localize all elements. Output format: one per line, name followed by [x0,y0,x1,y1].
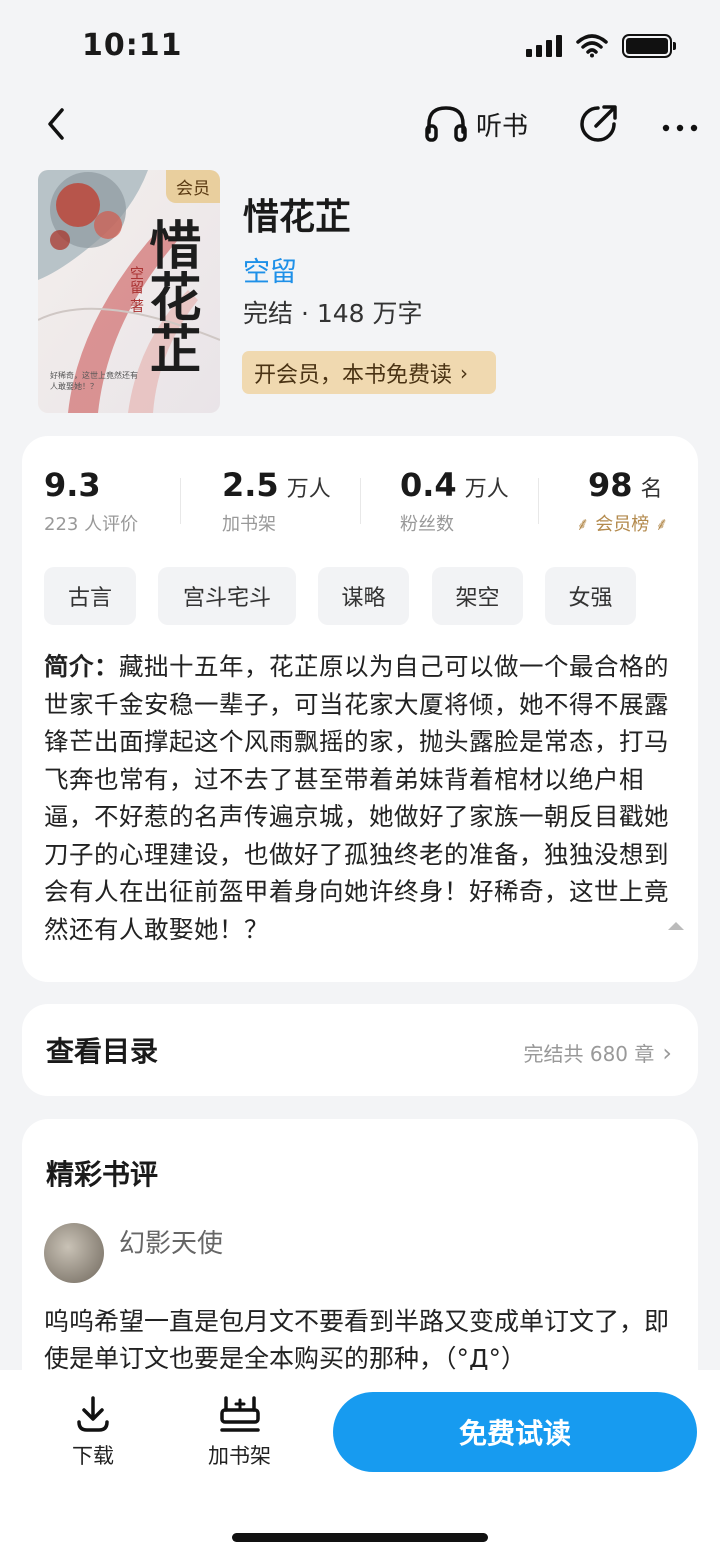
intro-label: 简介： [44,652,119,681]
battery-icon [622,34,676,58]
tag-item[interactable]: 古言 [44,567,136,625]
stat-divider [180,478,181,524]
book-author-link[interactable]: 空留 [243,250,297,289]
stat-vip-rank[interactable]: 98 名 ⸙ 会员榜 ⸙ [576,466,668,536]
download-button[interactable]: 下载 [72,1394,114,1470]
vip-button-label: 开会员，本书免费读 [254,362,453,388]
free-trial-read-button[interactable]: 免费试读 [333,1392,697,1472]
chevron-right-icon: › [460,360,469,385]
catalog-card[interactable]: 查看目录 完结共 680 章 › [22,1004,698,1096]
catalog-label: 查看目录 [46,1035,159,1068]
back-icon [48,108,64,140]
add-shelf-icon [219,1396,260,1432]
stats-row: 9.3 223 人评价 2.5 万人 加书架 0.4 万人 粉丝数 98 名 ⸙ 会员… [22,466,698,546]
cover-author: 空留 著 [128,266,144,313]
tag-item[interactable]: 谋略 [318,567,409,625]
book-info-card: 9.3 223 人评价 2.5 万人 加书架 0.4 万人 粉丝数 98 名 ⸙ 会员… [22,436,698,982]
stat-shelf-unit: 万人 [286,477,331,502]
book-intro[interactable]: 简介：藏拙十五年，花芷原以为自己可以做一个最合格的世家千金安稳一辈子，可当花家大… [44,648,684,948]
add-shelf-button[interactable]: 加书架 [208,1394,271,1470]
catalog-info: 完结共 680 章 › [524,1038,673,1067]
more-button[interactable] [658,102,702,146]
tag-item[interactable]: 架空 [432,567,523,625]
tag-item[interactable]: 宫斗宅斗 [158,567,296,625]
home-indicator [232,1533,488,1542]
stat-fans-label: 粉丝数 [400,514,454,535]
review-username[interactable]: 幻影天使 [119,1223,223,1260]
wifi-icon [576,34,608,58]
nav-bar: 听书 [0,96,720,152]
stat-fans-value: 0.4 [400,466,457,504]
laurel-right-icon: ⸙ [654,514,669,535]
cover-vip-badge: 会员 [166,170,220,203]
tag-item[interactable]: 女强 [545,567,636,625]
review-text[interactable]: 呜呜希望一直是包月文不要看到半路又变成单订文了，即使是单订文也要是全本购买的那种… [44,1303,684,1377]
intro-text: 藏拙十五年，花芷原以为自己可以做一个最合格的世家千金安稳一辈子，可当花家大厦将倾… [44,652,669,944]
status-icons [526,34,676,58]
cover-tagline: 好稀奇，这世上竟然还有人敢娶她！？ [50,371,138,391]
vip-free-read-button[interactable]: 开会员，本书免费读 › [242,351,496,394]
listen-label: 听书 [476,111,529,142]
stat-shelf-value: 2.5 [222,466,279,504]
collapse-caret-icon[interactable] [668,922,684,930]
book-status-words: 完结 · 148 万字 [243,299,423,328]
share-icon [580,105,617,142]
stat-shelf-label: 加书架 [222,514,276,535]
reviews-heading: 精彩书评 [46,1158,159,1191]
stat-fans-unit: 万人 [464,477,509,502]
share-button[interactable] [576,102,620,146]
stat-rank-text: 会员榜 [595,514,650,535]
signal-icon [526,35,562,57]
stat-rank-unit: 名 [640,477,663,502]
chevron-right-icon: › [662,1038,672,1067]
stat-rating[interactable]: 9.3 223 人评价 [44,466,138,536]
stat-rating-value: 9.3 [44,466,101,504]
download-label: 下载 [72,1444,114,1468]
laurel-left-icon: ⸙ [576,514,590,535]
catalog-chapter-count: 完结共 680 章 [523,1042,655,1066]
more-icon [662,124,698,132]
stat-divider [360,478,361,524]
back-button[interactable] [36,102,76,146]
status-bar: 10:11 [0,0,720,96]
book-cover[interactable]: 会员 惜花芷 空留 著 好稀奇，这世上竟然还有人敢娶她！？ [38,170,220,413]
cover-title: 惜花芷 [140,218,201,374]
stat-rating-label: 223 人评价 [44,514,139,535]
add-shelf-label: 加书架 [208,1444,271,1468]
stat-fans[interactable]: 0.4 万人 粉丝数 [400,466,509,536]
status-time: 10:11 [82,28,183,63]
stat-shelf[interactable]: 2.5 万人 加书架 [222,466,331,536]
download-icon [77,1396,109,1432]
stat-rank-label: ⸙ 会员榜 ⸙ [576,510,668,536]
stat-rank-value: 98 [588,466,633,504]
book-title: 惜花芷 [243,197,352,238]
listen-button[interactable]: 听书 [424,102,528,146]
headphones-icon [425,106,467,142]
bottom-action-bar: 下载 加书架 免费试读 [0,1370,720,1559]
stat-divider [538,478,539,524]
avatar[interactable] [44,1223,104,1283]
